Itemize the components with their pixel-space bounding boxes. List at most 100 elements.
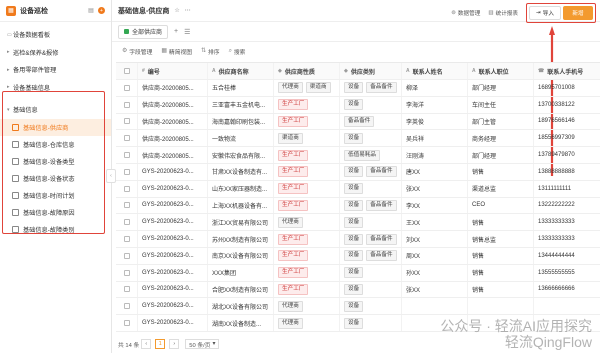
row-checkbox[interactable] <box>116 180 138 197</box>
field-management-button[interactable]: ⚙ 字段管理 <box>122 47 152 56</box>
row-checkbox[interactable] <box>116 197 138 214</box>
checkbox[interactable] <box>123 236 130 243</box>
column-header[interactable]: ◈ 供应商性质 <box>274 63 340 79</box>
table-row[interactable]: GYS-20200623-0... 山东XX家压器制造... 生产工厂 设备 张XX 渠道… <box>116 180 600 198</box>
header-actions: ⊚ 数据管理 ▥ 统计报表 ⇥ 导入 新增 <box>451 3 596 23</box>
simple-view-button[interactable]: ▦ 精简视图 <box>161 47 192 56</box>
cell-nature: 生产工厂 <box>274 163 340 180</box>
grid-icon[interactable]: ▤ <box>87 7 95 15</box>
table-row[interactable]: GYS-20200623-0... 甘肃XX设备制造有... 生产工厂 设备 备品备件唐… <box>116 163 600 181</box>
checkbox[interactable] <box>123 84 130 91</box>
page-size-select[interactable]: 50 条/页 ▾ <box>185 339 220 349</box>
table-row[interactable]: GYS-20200623-0... 湖北XX设备有限公司 代理商 设备 <box>116 298 600 316</box>
row-checkbox[interactable] <box>116 264 138 281</box>
checkbox[interactable] <box>123 320 130 327</box>
checkbox[interactable] <box>123 152 130 159</box>
cell-name-text: 甘肃XX设备制造有... <box>212 170 268 177</box>
column-header-label: 联系人职位 <box>478 69 509 76</box>
table-row[interactable]: 供应商-20200805... 三亚富丰五金机电... 生产工厂 设备 李海洋 车间主任 1… <box>116 96 600 114</box>
table-row[interactable]: 供应商-20200805... 五合桂棒 代理商 渠道商 设备 备品备件 柳泽 部门经理 168… <box>116 80 600 97</box>
checkbox[interactable] <box>123 185 130 192</box>
column-header[interactable]: A 供应商名称 <box>208 63 274 79</box>
row-checkbox[interactable] <box>116 214 138 231</box>
column-header-label: 联系人姓名 <box>412 69 443 76</box>
checkbox[interactable] <box>123 252 130 259</box>
row-checkbox[interactable] <box>116 80 138 96</box>
checkbox[interactable] <box>123 68 130 74</box>
new-button[interactable]: 新增 <box>563 6 593 20</box>
checkbox[interactable] <box>123 286 130 293</box>
table-header-row: # 编号 A 供应商名称 ◈ 供应商性质 ◈ 供应类别 A 联系人姓名 A 联系人职位 ☎ 联… <box>116 62 600 80</box>
cell-contact-text: 周XX <box>406 254 421 261</box>
checkbox[interactable] <box>123 135 130 142</box>
checkbox[interactable] <box>123 219 130 226</box>
add-view-icon[interactable]: + <box>174 28 178 35</box>
add-icon[interactable]: + <box>98 7 105 14</box>
table-row[interactable]: GYS-20200623-0... 合肥XX制造有限公司 生产工厂 设备 张XX 销售 13… <box>116 281 600 299</box>
cell-code-text: GYS-20200623-0... <box>142 219 194 226</box>
cell-code: 供应商-20200805... <box>138 80 208 96</box>
data-management-link[interactable]: ⊚ 数据管理 <box>451 9 480 17</box>
table-row[interactable]: 供应商-20200805... 安徽伟宏食品有限... 生产工厂 低值易耗品 汪刚涛 部门… <box>116 147 600 164</box>
checkbox[interactable] <box>123 118 130 125</box>
row-checkbox[interactable] <box>116 163 138 180</box>
stats-report-link[interactable]: ▥ 统计报表 <box>488 9 518 17</box>
row-checkbox[interactable] <box>116 96 138 113</box>
cell-contact: 李英俊 <box>402 113 468 130</box>
page-size-label: 50 条/页 <box>189 342 211 349</box>
row-checkbox[interactable] <box>116 281 138 298</box>
column-header[interactable]: A 联系人职位 <box>468 63 534 79</box>
checkbox[interactable] <box>123 168 130 175</box>
tab-all-suppliers[interactable]: 全部供应商 <box>118 24 169 39</box>
cell-position: 渠道总监 <box>468 180 534 197</box>
table-row[interactable]: GYS-20200623-0... 上海XX机器设备有... 生产工厂 设备 备品备件李… <box>116 197 600 215</box>
sidebar-item-spare-parts[interactable]: ▸ 备用零部件管理 <box>0 61 111 79</box>
cell-code: GYS-20200623-0... <box>138 281 208 298</box>
sort-button[interactable]: ⇅ 排序 <box>201 47 219 56</box>
tag: 生产工厂 <box>278 199 309 211</box>
sidebar-item-dashboard[interactable]: ▭ 设备数据看板 <box>0 26 111 44</box>
cell-position: 销售 <box>468 281 534 298</box>
column-header[interactable]: ☎ 联系人手机号 <box>534 63 592 79</box>
page-number[interactable]: 1 <box>155 339 166 349</box>
column-header[interactable]: A 联系人姓名 <box>402 63 468 79</box>
checkbox[interactable] <box>123 101 130 108</box>
table-row[interactable]: GYS-20200623-0... XXX集团 生产工厂 设备 孙XX 销售 1355555… <box>116 264 600 282</box>
checkbox[interactable] <box>123 269 130 276</box>
cell-position-text: 渠道总监 <box>472 187 497 194</box>
sidebar-item-inspection[interactable]: ▸ 巡检&保养&报修 <box>0 44 111 62</box>
table-row[interactable]: GYS-20200623-0... 浙江XX贸易有限公司 代理商 设备 王XX 销售 133… <box>116 214 600 232</box>
column-header[interactable]: # 编号 <box>138 63 208 79</box>
next-page-icon[interactable]: › <box>169 339 180 349</box>
tag: 设备 <box>344 216 364 228</box>
view-bar: 全部供应商 + ☰ <box>112 22 600 42</box>
tag-icon: ◈ <box>278 68 282 74</box>
table-row[interactable]: GYS-20200623-0... 苏州XX制造有限公司 生产工厂 设备 备品备件 刘XX… <box>116 231 600 248</box>
cell-phone-text: 13666666666 <box>538 286 575 293</box>
star-icon[interactable]: ☆ <box>174 7 179 14</box>
import-button[interactable]: ⇥ 导入 <box>529 6 561 20</box>
column-header[interactable]: ◈ 供应类别 <box>340 63 402 79</box>
search-button[interactable]: ⌕ 搜索 <box>229 47 246 56</box>
cell-name: 五合桂棒 <box>208 80 274 96</box>
cell-contact: 张XX <box>402 180 468 197</box>
checkbox[interactable] <box>123 202 130 209</box>
stats-report-label: 统计报表 <box>495 11 518 17</box>
row-checkbox[interactable] <box>116 247 138 264</box>
prev-page-icon[interactable]: ‹ <box>141 339 152 349</box>
cell-contact: 柳泽 <box>402 80 468 96</box>
list-icon[interactable]: ☰ <box>184 28 190 36</box>
more-icon[interactable]: ⋯ <box>185 7 191 14</box>
row-checkbox[interactable] <box>116 113 138 130</box>
row-checkbox[interactable] <box>116 315 138 331</box>
cell-category: 设备 <box>340 281 402 298</box>
checkbox[interactable] <box>123 303 130 310</box>
table-row[interactable]: 供应商-20200805... 海南嘉翰印刷包装... 生产工厂 备品备件 李英俊 部门主… <box>116 113 600 131</box>
row-checkbox[interactable] <box>116 298 138 315</box>
row-checkbox[interactable] <box>116 130 138 147</box>
select-all-checkbox[interactable] <box>116 63 138 79</box>
row-checkbox[interactable] <box>116 231 138 247</box>
table-row[interactable]: GYS-20200623-0... 南京XX设备有限公司 生产工厂 设备 备品备件 周XX… <box>116 247 600 265</box>
table-row[interactable]: 供应商-20200805... 一致物流 渠道商 设备 吴兵祥 商务经理 185569973… <box>116 130 600 148</box>
row-checkbox[interactable] <box>116 147 138 163</box>
